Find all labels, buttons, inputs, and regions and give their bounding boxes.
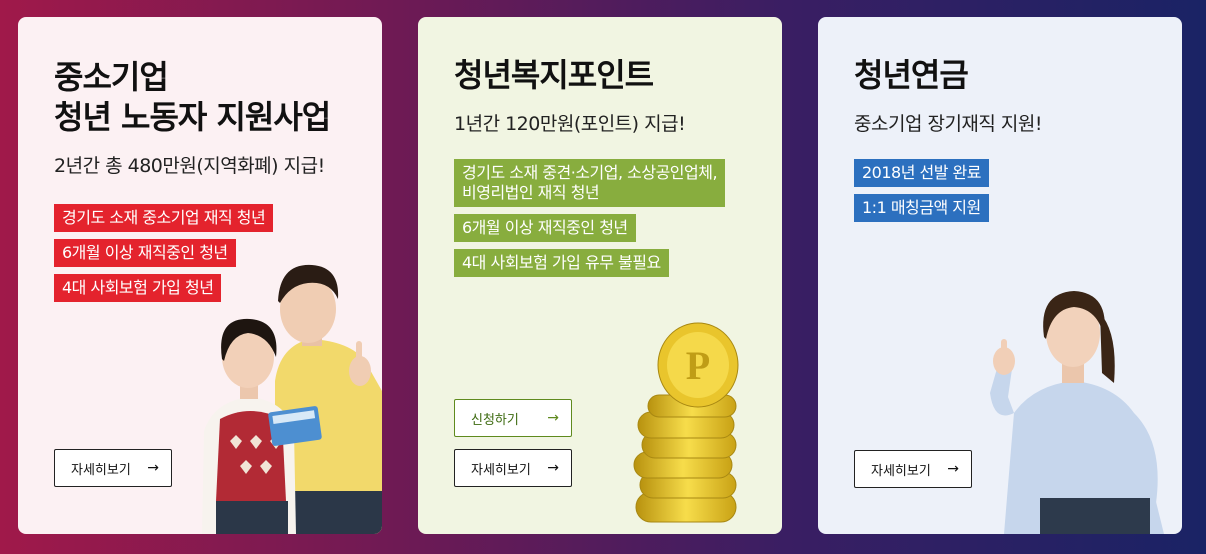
- tag-badge: 6개월 이상 재직중인 청년: [454, 214, 636, 242]
- card-youth-pension: 청년연금 중소기업 장기재직 지원! 2018년 선발 완료 1:1 매칭금액 …: [818, 17, 1182, 534]
- tag-badge: 경기도 소재 중견·소기업, 소상공인업체, 비영리법인 재직 청년: [454, 159, 726, 207]
- tag-badge: 2018년 선발 완료: [854, 159, 989, 187]
- tag-badge: 1:1 매칭금액 지원: [854, 194, 989, 222]
- coin-stack-illustration: P: [633, 322, 739, 523]
- tag-badge: 4대 사회보험 가입 유무 불필요: [454, 249, 669, 277]
- tag-list: 2018년 선발 완료 1:1 매칭금액 지원: [854, 159, 989, 229]
- card-subtitle: 중소기업 장기재직 지원!: [854, 113, 1043, 135]
- view-details-button[interactable]: 자세히보기 →: [454, 449, 572, 487]
- card-title: 중소기업 청년 노동자 지원사업: [54, 58, 331, 136]
- arrow-right-icon: →: [947, 461, 959, 477]
- tag-list: 경기도 소재 중견·소기업, 소상공인업체, 비영리법인 재직 청년 6개월 이…: [454, 159, 726, 284]
- button-label: 자세히보기: [71, 462, 131, 478]
- tag-badge: 경기도 소재 중소기업 재직 청년: [54, 204, 274, 232]
- apply-button[interactable]: 신청하기 →: [454, 399, 572, 437]
- card-youth-welfare-points: 청년복지포인트 1년간 120만원(포인트) 지급! 경기도 소재 중견·소기업…: [418, 17, 782, 534]
- button-label: 신청하기: [471, 412, 519, 428]
- card-title: 청년연금: [854, 56, 969, 94]
- card-subtitle: 1년간 120만원(포인트) 지급!: [454, 113, 686, 135]
- arrow-right-icon: →: [147, 460, 159, 476]
- coin-letter: P: [686, 343, 710, 388]
- card-subtitle: 2년간 총 480만원(지역화폐) 지급!: [54, 155, 325, 177]
- view-details-button[interactable]: 자세히보기 →: [54, 449, 172, 487]
- arrow-right-icon: →: [547, 460, 559, 476]
- couple-photo: [202, 264, 382, 534]
- card-title: 청년복지포인트: [454, 56, 654, 94]
- woman-thumbs-up-photo: [990, 291, 1164, 534]
- button-label: 자세히보기: [871, 463, 931, 479]
- arrow-right-icon: →: [547, 410, 559, 426]
- card-youth-worker-support: 중소기업 청년 노동자 지원사업 2년간 총 480만원(지역화폐) 지급! 경…: [18, 17, 382, 534]
- view-details-button[interactable]: 자세히보기 →: [854, 450, 972, 488]
- button-label: 자세히보기: [471, 462, 531, 478]
